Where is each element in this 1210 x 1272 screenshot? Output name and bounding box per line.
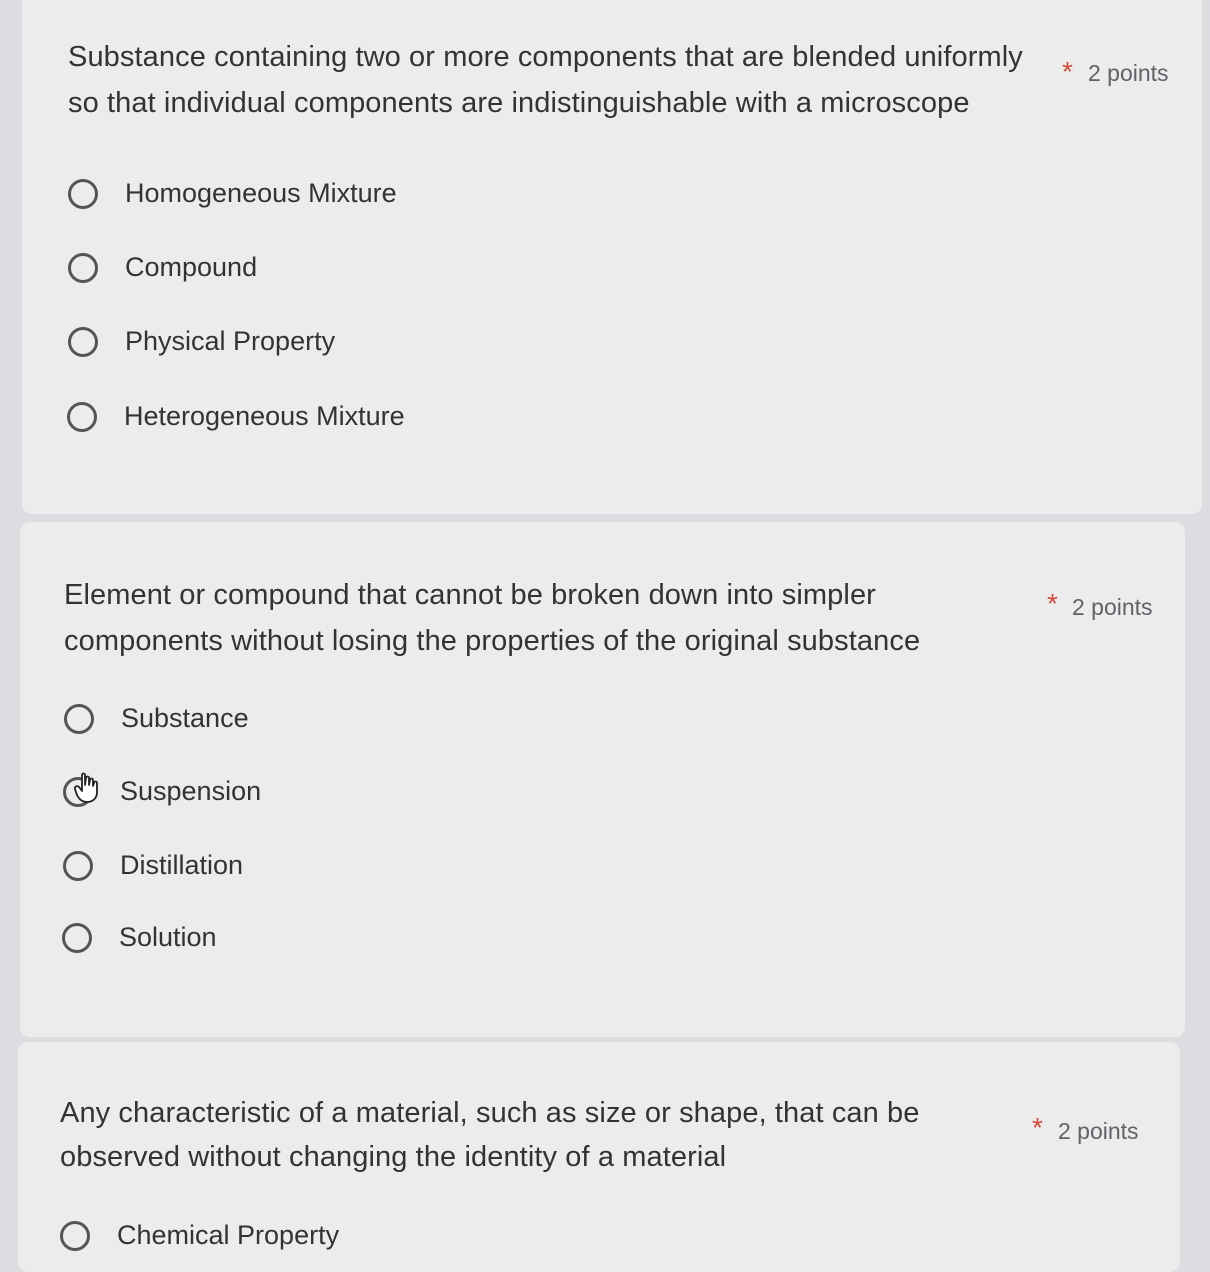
option-label: Heterogeneous Mixture [124, 401, 405, 431]
option-chemical-property[interactable]: Chemical Property [60, 1220, 339, 1251]
question-2-text-line-2: components without losing the properties… [64, 625, 921, 657]
radio-button[interactable] [68, 252, 98, 283]
question-card-1: Substance containing two or more compone… [22, 0, 1202, 514]
option-label: Distillation [120, 850, 244, 880]
option-label: Compound [125, 252, 258, 282]
points-label: 2 points [1058, 1118, 1139, 1144]
radio-button[interactable] [68, 178, 98, 209]
required-asterisk: * [1032, 1112, 1043, 1143]
radio-button[interactable] [60, 1220, 90, 1251]
question-card-3: Any characteristic of a material, such a… [18, 1042, 1180, 1272]
option-solution[interactable]: Solution [62, 922, 217, 953]
radio-button[interactable] [63, 850, 93, 881]
option-suspension[interactable]: Suspension [63, 772, 262, 807]
radio-button[interactable] [62, 922, 92, 953]
option-compound[interactable]: Compound [68, 252, 257, 283]
question-3-text-line-2: observed without changing the identity o… [60, 1141, 727, 1173]
hand-pointer-icon [74, 772, 98, 803]
question-card-2: Element or compound that cannot be broke… [20, 522, 1185, 1037]
required-asterisk: * [1047, 588, 1058, 619]
points-label: 2 points [1088, 60, 1169, 86]
option-distillation[interactable]: Distillation [63, 850, 243, 881]
radio-button[interactable] [68, 326, 98, 357]
option-heterogeneous-mixture[interactable]: Heterogeneous Mixture [67, 401, 405, 432]
option-label: Homogeneous Mixture [125, 178, 397, 208]
option-substance[interactable]: Substance [64, 703, 249, 734]
question-1-text-line-2: so that individual components are indist… [68, 87, 970, 119]
option-homogeneous-mixture[interactable]: Homogeneous Mixture [68, 178, 397, 209]
radio-button[interactable] [63, 772, 98, 807]
points-label: 2 points [1072, 594, 1153, 620]
option-label: Substance [121, 703, 249, 733]
radio-button[interactable] [64, 703, 94, 734]
option-label: Solution [119, 922, 217, 952]
required-asterisk: * [1062, 56, 1073, 87]
option-physical-property[interactable]: Physical Property [68, 326, 335, 357]
option-label: Suspension [120, 776, 262, 806]
question-1-text-line-1: Substance containing two or more compone… [68, 41, 1023, 73]
question-3-text-line-1: Any characteristic of a material, such a… [60, 1097, 920, 1129]
option-label: Chemical Property [117, 1220, 340, 1250]
option-label: Physical Property [125, 326, 336, 356]
radio-button[interactable] [67, 401, 97, 432]
question-2-text-line-1: Element or compound that cannot be broke… [64, 579, 876, 611]
